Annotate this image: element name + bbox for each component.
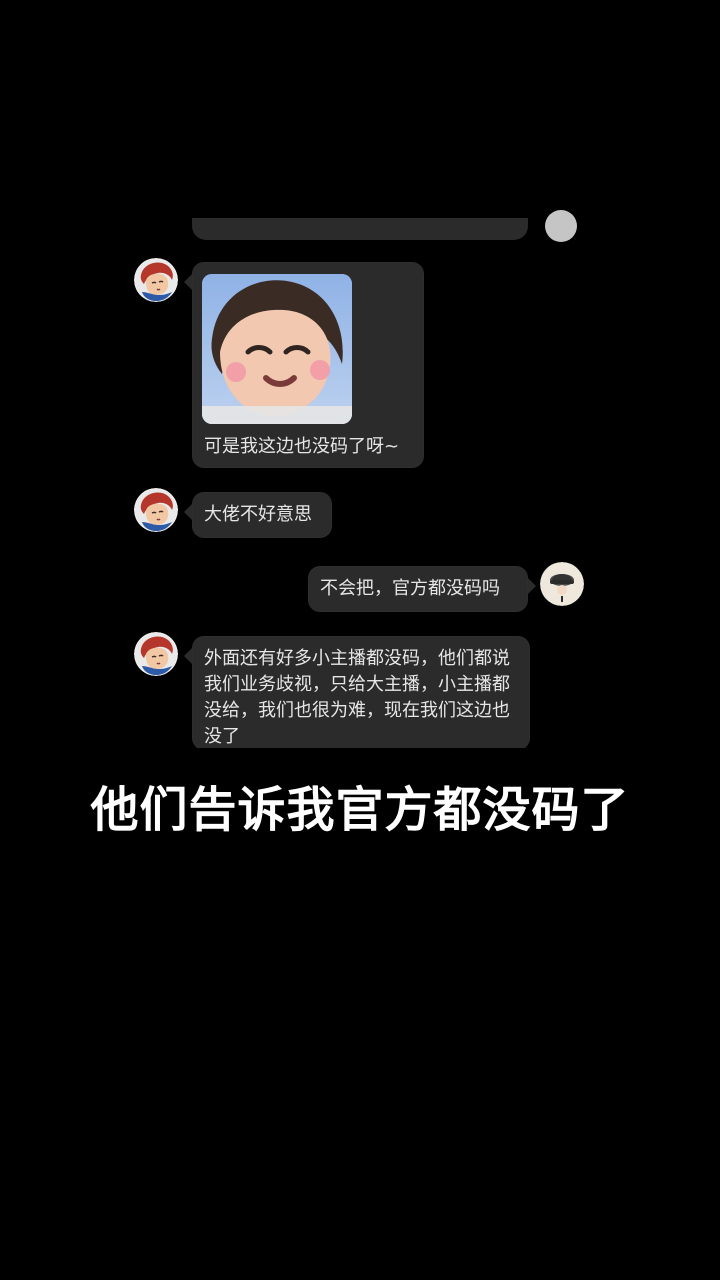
self-avatar-cut [545,210,577,242]
message-self-1: 不会把，官方都没码吗 [120,560,600,620]
message-bubble[interactable]: 可是我这边也没码了呀~ [184,262,424,468]
previous-message-bubble-cut [192,218,528,240]
caption-text: 他们告诉我官方都没码了 [90,782,630,838]
message-other-1: 可是我这边也没码了呀~ [134,258,424,468]
message-other-2: 大佬不好意思 [134,488,332,538]
message-text: 不会把，官方都没码吗 [320,578,500,599]
anime-avatar-icon[interactable] [134,632,178,676]
anime-avatar-icon[interactable] [134,258,178,302]
baby-face-sticker-icon[interactable] [202,274,352,424]
anime-avatar-icon[interactable] [134,488,178,532]
message-other-3: 外面还有好多小主播都没码，他们都说我们业务歧视，只给大主播，小主播都没给，我们也… [134,632,530,748]
message-bubble[interactable]: 大佬不好意思 [184,492,332,538]
message-text: 可是我这边也没码了呀~ [204,436,400,457]
message-bubble[interactable]: 外面还有好多小主播都没码，他们都说我们业务歧视，只给大主播，小主播都没给，我们也… [184,636,530,748]
message-text: 外面还有好多小主播都没码，他们都说我们业务歧视，只给大主播，小主播都没给，我们也… [204,648,510,747]
chat-viewport: 可是我这边也没码了呀~ 大佬不好意思 不会把，官方都没码吗 外面还有好多小主播都… [120,200,600,748]
message-bubble[interactable]: 不会把，官方都没码吗 [308,566,536,612]
message-text: 大佬不好意思 [204,504,312,525]
bowler-hat-avatar-icon[interactable] [540,562,584,606]
